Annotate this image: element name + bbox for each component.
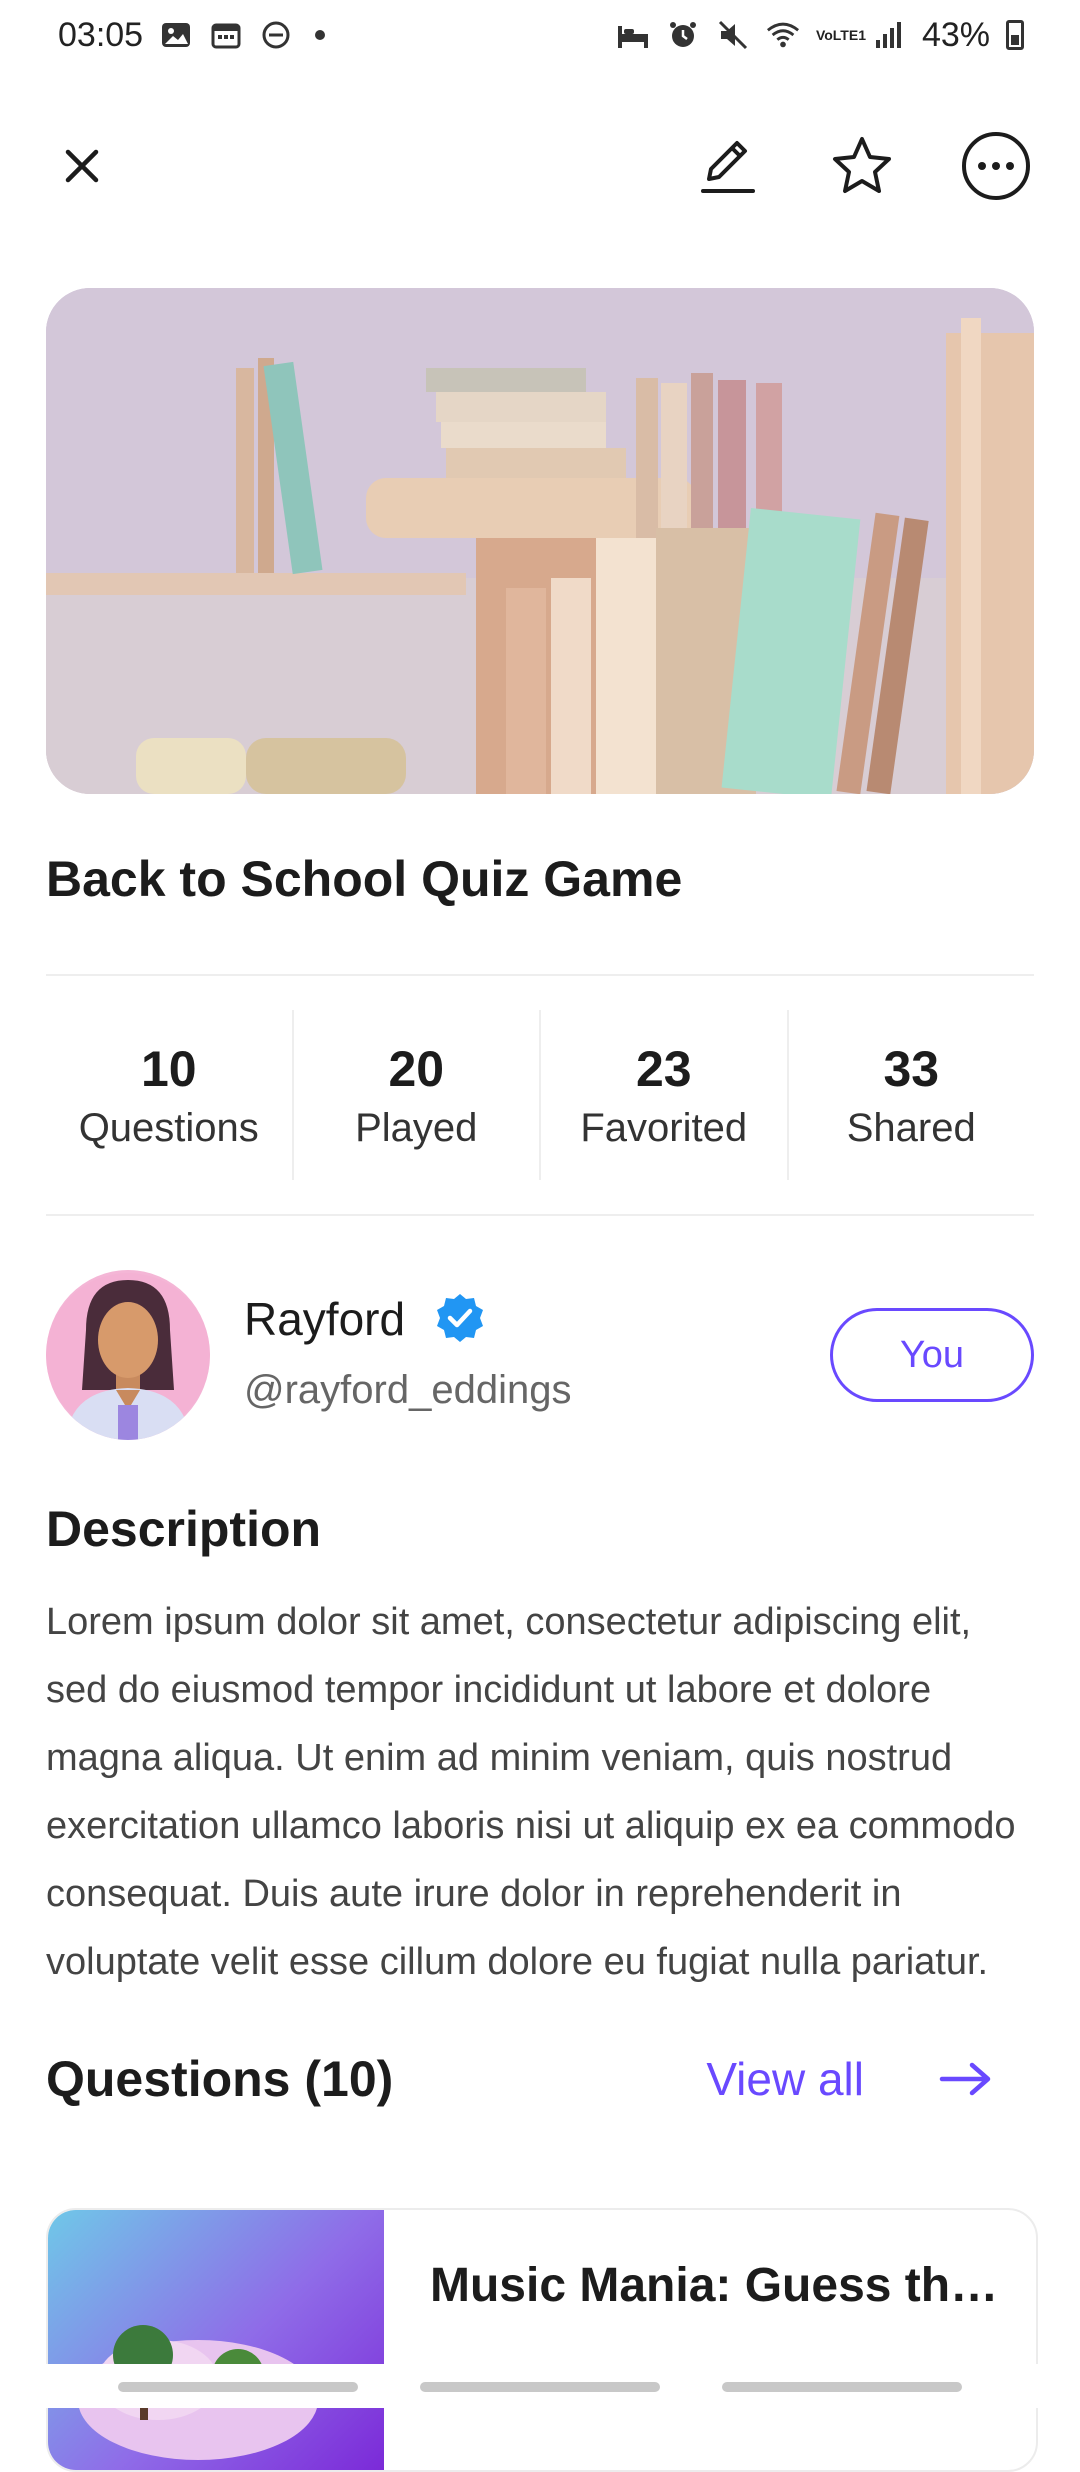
gallery-icon: [159, 18, 193, 52]
nav-home-pill[interactable]: [420, 2382, 660, 2392]
navigation-bar: [0, 2364, 1080, 2408]
close-button[interactable]: [44, 128, 120, 204]
question-thumbnail: [48, 2210, 384, 2470]
author-name-row: Rayford: [244, 1292, 487, 1346]
mute-icon: [716, 18, 750, 52]
stat-value: 33: [883, 1040, 940, 1097]
description-text: Lorem ipsum dolor sit amet, consectetur …: [46, 1601, 1016, 1983]
description-heading: Description: [46, 1501, 322, 1557]
author-handle: @rayford_eddings: [244, 1368, 572, 1412]
stat-label: Favorited: [580, 1105, 748, 1150]
questions-heading: Questions (10): [46, 2051, 394, 2107]
star-icon: [833, 137, 891, 193]
stat-label: Questions: [78, 1105, 259, 1150]
stat-value: 20: [388, 1040, 445, 1097]
verified-icon: [437, 1294, 484, 1342]
more-options-button[interactable]: [958, 128, 1034, 204]
do-not-disturb-icon: [259, 18, 293, 52]
divider: [46, 1214, 1034, 1216]
edit-button[interactable]: [690, 128, 766, 204]
signal-icon: [872, 18, 906, 52]
stat-played: 20 Played: [294, 1010, 541, 1180]
battery-icon: [1006, 20, 1024, 50]
nav-back-pill[interactable]: [722, 2382, 962, 2392]
author-name[interactable]: Rayford: [244, 1292, 405, 1346]
status-bar: 03:05 VoLTE1 43%: [0, 0, 1080, 70]
you-button[interactable]: You: [830, 1308, 1034, 1402]
avatar-illustration: [46, 1273, 210, 1440]
arrow-right-icon: [939, 2062, 991, 2096]
notification-dot-icon: [315, 30, 326, 40]
sleep-mode-icon: [616, 18, 650, 52]
question-card[interactable]: Music Mania: Guess the Song: [46, 2208, 1038, 2472]
stat-value: 10: [140, 1040, 197, 1097]
stat-label: Played: [355, 1105, 478, 1150]
status-right: VoLTE1 43%: [616, 16, 1024, 55]
battery-percent: 43%: [921, 15, 990, 54]
view-all-label: View all: [706, 2053, 864, 2105]
question-title: Music Mania: Guess the Song: [430, 2259, 1010, 2312]
stat-shared: 33 Shared: [789, 1010, 1035, 1180]
calendar-icon: [209, 18, 243, 52]
close-icon: [65, 149, 99, 183]
status-left: 03:05: [58, 15, 326, 55]
stat-favorited: 23 Favorited: [541, 1010, 789, 1180]
alarm-icon: [666, 18, 700, 52]
view-all-link[interactable]: View all: [706, 2052, 994, 2106]
favorite-button[interactable]: [824, 128, 900, 204]
top-toolbar: [0, 110, 1080, 220]
bookshelf-image: [46, 288, 1034, 794]
network-type: VoLTE1: [815, 27, 866, 43]
stat-questions: 10 Questions: [46, 1010, 294, 1180]
quiz-cover-image: [46, 288, 1034, 794]
quiz-title: Back to School Quiz Game: [46, 851, 683, 907]
stat-label: Shared: [846, 1105, 976, 1150]
stat-value: 23: [635, 1040, 692, 1097]
quiz-stats: 10 Questions 20 Played 23 Favorited 33 S…: [46, 1010, 1034, 1180]
pencil-icon: [701, 141, 755, 193]
nav-recents-pill[interactable]: [118, 2382, 358, 2392]
more-horizontal-icon: [962, 132, 1030, 200]
divider: [46, 974, 1034, 976]
wifi-icon: [766, 18, 800, 52]
avatar[interactable]: [46, 1270, 210, 1440]
author-row: Rayford @rayford_eddings You: [46, 1270, 1034, 1440]
status-time: 03:05: [58, 15, 144, 54]
question-thumbnail-image: [78, 2325, 318, 2460]
